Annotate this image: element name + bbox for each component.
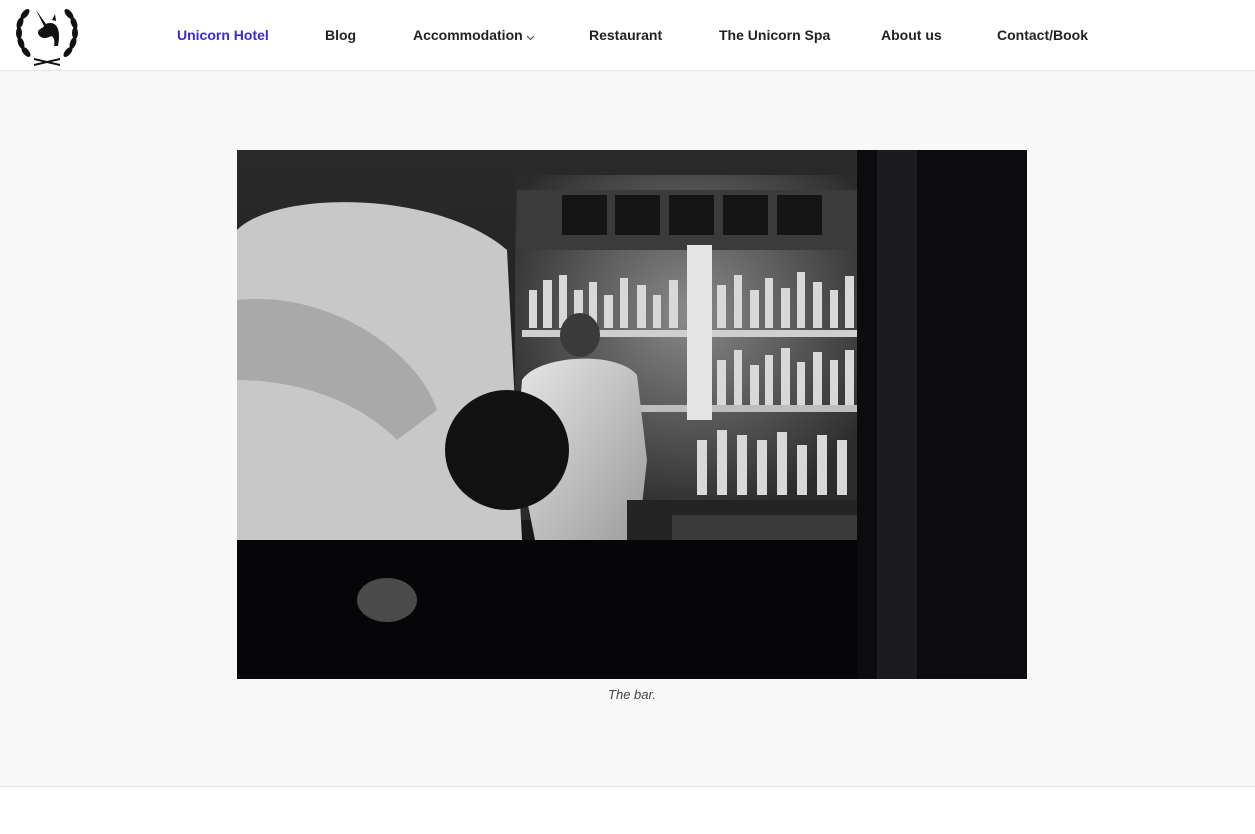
chevron-down-icon [526, 27, 535, 45]
nav-item-accommodation-label: Accommodation [413, 27, 523, 43]
nav-item-accommodation[interactable]: Accommodation [413, 26, 535, 45]
bar-photo [237, 150, 1027, 679]
photo-caption: The bar. [608, 687, 656, 702]
unicorn-logo-icon[interactable] [14, 2, 80, 68]
nav-item-contact-book[interactable]: Contact/Book [997, 26, 1088, 44]
site-header: Unicorn Hotel Blog Accommodation Restaur… [0, 0, 1255, 71]
nav-item-about-us[interactable]: About us [881, 26, 942, 44]
page-content: The bar. [0, 71, 1255, 787]
nav-item-unicorn-hotel[interactable]: Unicorn Hotel [177, 26, 269, 44]
nav-item-the-unicorn-spa[interactable]: The Unicorn Spa [719, 26, 830, 44]
nav-item-restaurant[interactable]: Restaurant [589, 26, 662, 44]
nav-item-blog[interactable]: Blog [325, 26, 356, 44]
